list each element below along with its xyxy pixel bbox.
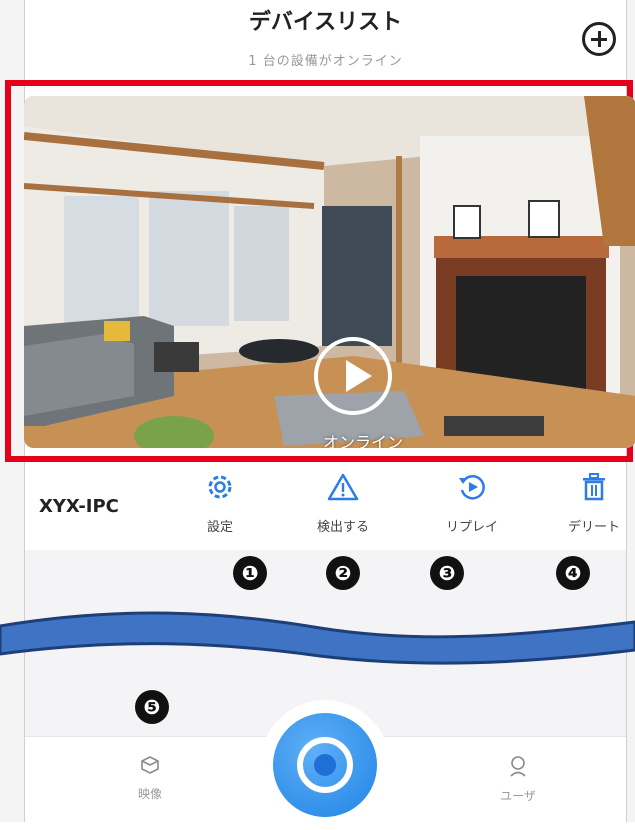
- plus-circle-icon[interactable]: [582, 22, 616, 56]
- device-name: XYX-IPC: [39, 496, 119, 517]
- tab-user[interactable]: ユーザ: [478, 755, 558, 804]
- replay-icon: [459, 475, 485, 500]
- detect-label: 検出する: [316, 520, 369, 535]
- settings-label: 設定: [206, 520, 233, 535]
- user-icon: [510, 756, 526, 777]
- online-status: オンライン: [323, 433, 404, 448]
- delete-label: デリート: [567, 520, 620, 535]
- device-row: XYX-IPC 設定 検出する リプレイ デリート: [25, 462, 626, 550]
- marker-3: ❸: [430, 556, 464, 590]
- header: デバイスリスト 1 台の設備がオンライン: [25, 0, 626, 76]
- marker-5: ❺: [135, 690, 169, 724]
- tab-video[interactable]: 映像: [110, 755, 190, 802]
- gear-icon: [208, 475, 232, 499]
- trash-icon: [583, 473, 605, 501]
- center-button-face: [273, 713, 377, 817]
- online-count: 1 台の設備がオンライン: [248, 54, 403, 69]
- replay-label: リプレイ: [445, 520, 498, 535]
- marker-4: ❹: [556, 556, 590, 590]
- page-title: デバイスリスト: [248, 10, 403, 35]
- detect-button[interactable]: 検出する: [288, 472, 398, 535]
- center-camera-button[interactable]: [260, 700, 390, 830]
- settings-button[interactable]: 設定: [165, 472, 275, 535]
- marker-2: ❷: [326, 556, 360, 590]
- play-icon[interactable]: [314, 337, 392, 415]
- cube-icon: [141, 756, 159, 774]
- delete-button[interactable]: デリート: [539, 472, 635, 535]
- marker-1: ❶: [233, 556, 267, 590]
- eye-icon: [297, 737, 353, 793]
- wave-divider: [0, 611, 635, 665]
- camera-preview[interactable]: オンライン: [24, 96, 635, 448]
- tab-video-label: 映像: [137, 787, 162, 801]
- replay-button[interactable]: リプレイ: [417, 472, 527, 535]
- tab-user-label: ユーザ: [500, 789, 536, 803]
- warning-icon: [327, 473, 359, 501]
